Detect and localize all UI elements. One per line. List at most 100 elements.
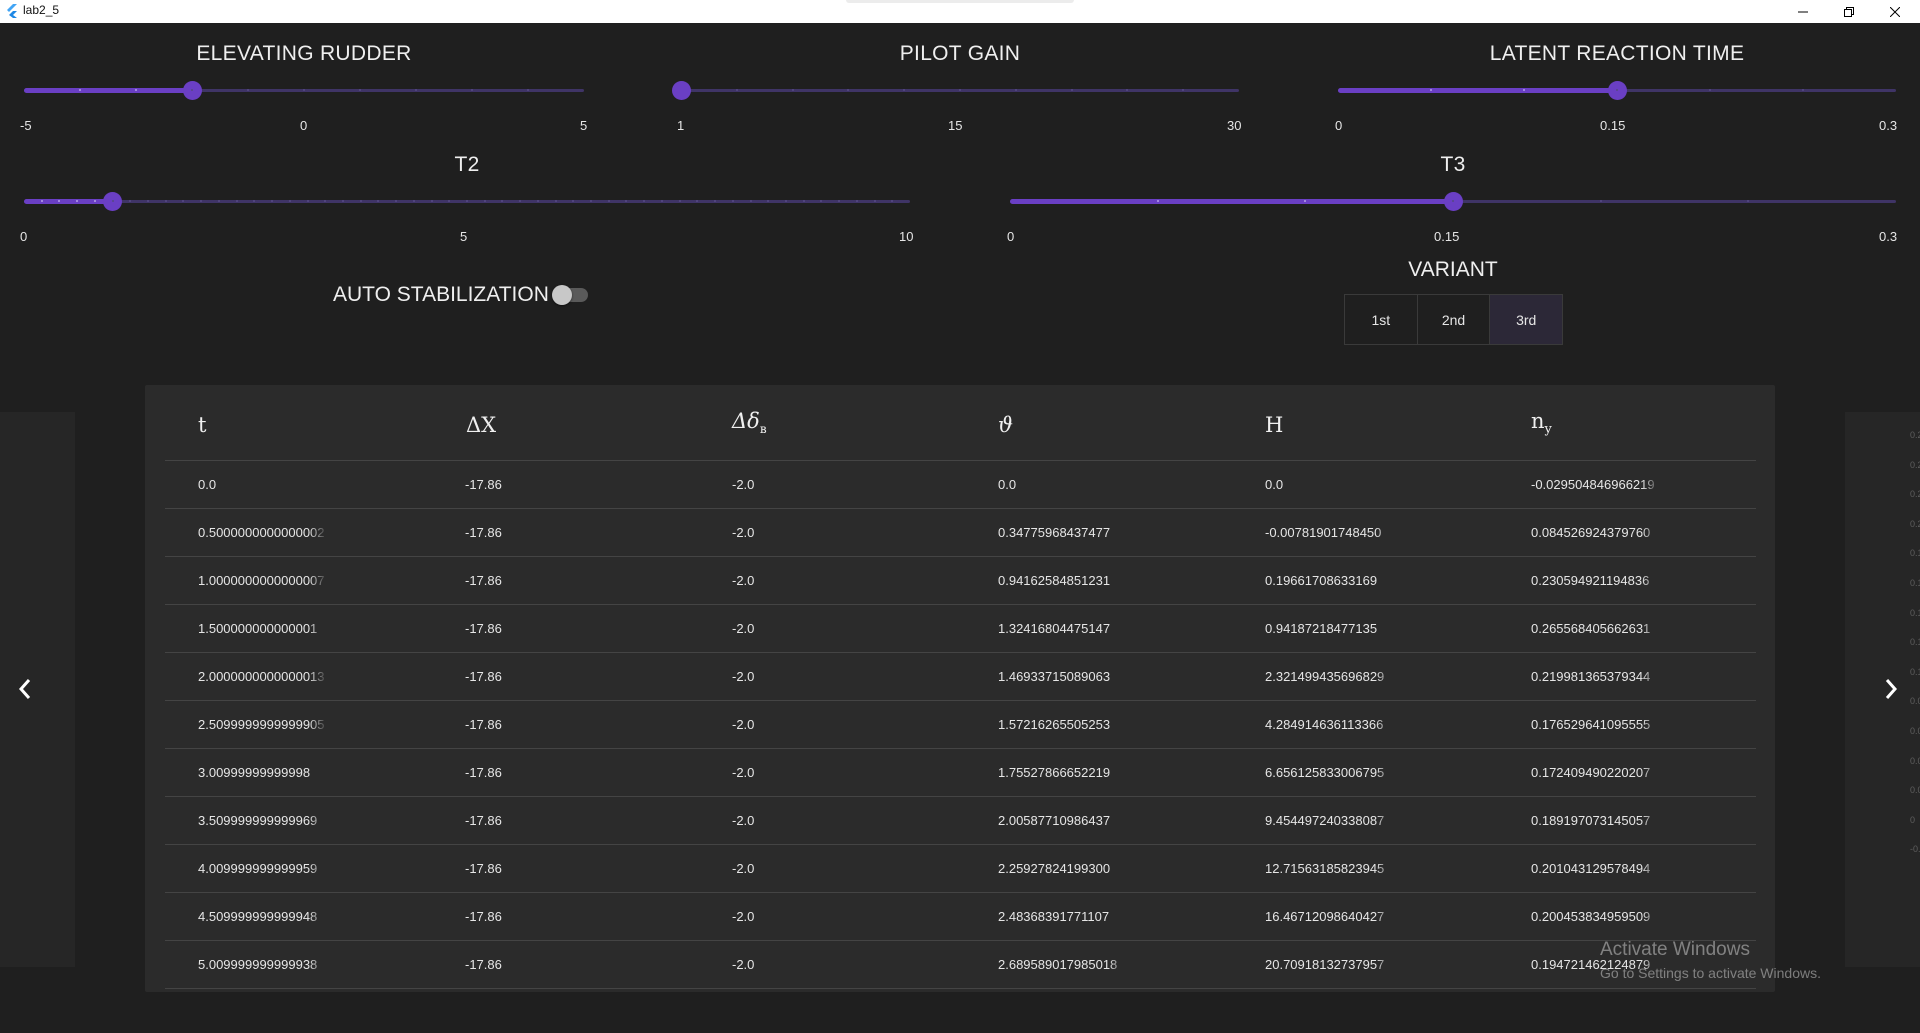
- table-body: 0.0 -17.86 -2.0 0.0 0.0 -0.029504846966219 0.5…: [165, 461, 1756, 989]
- flutter-icon: [7, 4, 17, 18]
- slider-tick-mark: [135, 89, 137, 91]
- cell-theta: 2.00587710986437: [998, 813, 1111, 828]
- slider-tick-mark: [430, 200, 433, 202]
- t3-max-label: 0.3: [1879, 229, 1898, 244]
- t2-fill: [24, 199, 113, 204]
- minimize-button[interactable]: [1780, 0, 1826, 23]
- cell-ny: 0.230594921194836: [1531, 573, 1650, 588]
- cell-ny: -0.029504846966219: [1531, 477, 1655, 492]
- slider-tick-mark: [79, 89, 81, 91]
- cell-theta: 0.94162584851231: [998, 573, 1111, 588]
- slider-tick-mark: [217, 200, 220, 202]
- slider-tick-mark: [1156, 200, 1159, 202]
- cell-h: -0.00781901748450: [1265, 525, 1382, 540]
- slider-tick-mark: [527, 89, 529, 91]
- table-header: t ΔX Δδв ϑ H ny: [165, 385, 1756, 461]
- slider-tick-mark: [784, 200, 787, 202]
- cell-delta-delta-v: -2.0: [732, 765, 755, 780]
- slider-tick-mark: [1430, 89, 1432, 91]
- slider-tick-mark: [1452, 200, 1454, 202]
- slider-tick-mark: [147, 200, 150, 202]
- table-row: 3.509999999999969 -17.86 -2.0 2.00587710986…: [165, 797, 1756, 845]
- cell-delta-x: -17.86: [465, 765, 502, 780]
- column-header-delta-x: ΔX: [466, 413, 497, 437]
- table-row: 4.509999999999948 -17.86 -2.0 2.48368391771…: [165, 893, 1756, 941]
- column-header-ny: ny: [1531, 409, 1552, 438]
- close-button[interactable]: [1872, 0, 1918, 23]
- cell-h: 2.321499435696829: [1265, 669, 1385, 684]
- slider-tick-mark: [791, 89, 794, 91]
- slider-tick-mark: [959, 89, 961, 91]
- table-row: 0.5000000000000002 -17.86 -2.0 0.3477596843…: [165, 509, 1756, 557]
- t2-mid-label: 5: [460, 229, 468, 244]
- latent-reaction-time-title: LATENT REACTION TIME: [1489, 42, 1745, 65]
- cell-h: 9.454497240338087: [1265, 813, 1385, 828]
- latent-reaction-time-mid-label: 0.15: [1600, 118, 1626, 133]
- restore-button[interactable]: [1826, 0, 1872, 23]
- column-header-h: H: [1265, 413, 1284, 437]
- t3-mid-label: 0.15: [1434, 229, 1460, 244]
- previous-page-button[interactable]: [10, 674, 40, 704]
- cell-ny: 0.265568405662631: [1531, 621, 1651, 636]
- cell-h: 12.71563185823945: [1265, 861, 1385, 876]
- slider-tick-mark: [855, 200, 858, 202]
- latent-reaction-time-fill: [1338, 88, 1617, 93]
- minimize-icon: [1798, 11, 1808, 12]
- table-row: 4.009999999999959 -17.86 -2.0 2.25927824199…: [165, 845, 1756, 893]
- slider-tick-mark: [111, 200, 114, 202]
- slider-tick-mark: [303, 89, 305, 91]
- t2-max-label: 10: [899, 229, 914, 244]
- slider-tick-mark: [466, 200, 468, 202]
- cell-delta-x: -17.86: [465, 477, 502, 492]
- cell-theta: 2.48368391771107: [998, 909, 1110, 924]
- slider-tick-mark: [678, 200, 681, 202]
- cell-delta-x: -17.86: [465, 573, 502, 588]
- slider-tick-mark: [191, 89, 193, 91]
- cell-delta-x: -17.86: [465, 813, 502, 828]
- results-table: t ΔX Δδв ϑ H ny 0.0 -17.86 -2.0 0.0 0.0 -0.02…: [145, 385, 1775, 992]
- activate-windows-title: Activate Windows: [1600, 939, 1750, 960]
- activate-windows-subtitle: Go to Settings to activate Windows.: [1600, 965, 1821, 981]
- latent-reaction-time-min-label: 0: [1335, 118, 1343, 133]
- variant-option-3rd[interactable]: 3rd: [1490, 295, 1563, 344]
- t2-title: T2: [454, 153, 480, 176]
- auto-stabilization-toggle[interactable]: [552, 285, 588, 305]
- elevating-rudder-slider-group: ELEVATING RUDDER -5 0 5: [20, 38, 587, 138]
- cell-delta-x: -17.86: [465, 909, 502, 924]
- slider-tick-mark: [873, 200, 876, 202]
- cell-delta-x: -17.86: [465, 621, 502, 636]
- cell-h: 6.656125833006795: [1265, 765, 1385, 780]
- slider-tick-mark: [1523, 89, 1525, 91]
- cell-ny: 0.176529641095555: [1531, 717, 1651, 732]
- slider-tick-mark: [554, 200, 557, 202]
- table-row: 5.009999999999938 -17.86 -2.0 2.68958901798…: [165, 941, 1756, 989]
- chevron-left-icon: [18, 679, 31, 699]
- cell-t: 1.0000000000000007: [198, 573, 325, 588]
- slider-tick-mark: [735, 89, 738, 91]
- variant-option-2nd[interactable]: 2nd: [1418, 295, 1491, 344]
- column-header-delta-delta-v: Δδв: [732, 409, 767, 437]
- slider-tick-mark: [40, 200, 43, 202]
- t2-min-label: 0: [20, 229, 28, 244]
- cell-delta-delta-v: -2.0: [732, 813, 755, 828]
- cell-delta-delta-v: -2.0: [732, 957, 755, 972]
- slider-tick-mark: [1070, 89, 1073, 91]
- cell-delta-delta-v: -2.0: [732, 669, 755, 684]
- t2-slider-group: T2 0 5 10: [20, 149, 914, 249]
- cell-delta-delta-v: -2.0: [732, 717, 755, 732]
- pilot-gain-min-label: 1: [677, 118, 685, 133]
- pilot-gain-thumb[interactable]: [671, 81, 691, 100]
- slider-tick-mark: [415, 89, 417, 91]
- slider-tick-mark: [288, 200, 291, 202]
- elevating-rudder-mid-label: 0: [300, 118, 308, 133]
- pilot-gain-max-label: 30: [1227, 118, 1242, 133]
- elevating-rudder-fill: [24, 88, 192, 93]
- next-page-button[interactable]: [1876, 674, 1906, 704]
- chevron-right-icon: [1885, 679, 1898, 699]
- variant-segmented-control: 1st 2nd 3rd: [1344, 294, 1563, 345]
- variant-title: VARIANT: [1408, 258, 1498, 281]
- variant-option-1st[interactable]: 1st: [1345, 295, 1418, 344]
- pilot-gain-title: PILOT GAIN: [899, 42, 1021, 65]
- cell-t: 2.0000000000000013: [198, 669, 325, 684]
- cell-delta-x: -17.86: [465, 525, 502, 540]
